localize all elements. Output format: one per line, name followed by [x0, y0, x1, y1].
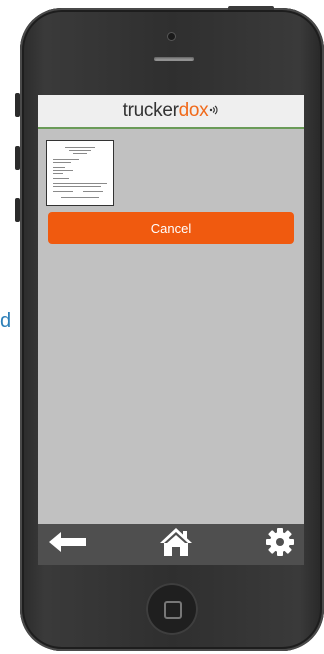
- back-button[interactable]: [42, 524, 94, 565]
- app-header: trucker dox: [38, 95, 304, 129]
- hardware-home-button[interactable]: [146, 583, 198, 635]
- logo-text-dox: dox: [178, 100, 209, 121]
- home-square-icon: [164, 601, 182, 619]
- bottom-nav-bar: [38, 524, 304, 565]
- front-camera: [168, 33, 175, 40]
- stage: d trucker dox Cancel: [0, 0, 324, 654]
- screen: trucker dox Cancel: [38, 95, 304, 565]
- settings-button[interactable]: [258, 524, 302, 565]
- signal-waves-icon: [209, 105, 219, 118]
- volume-down-button: [15, 198, 20, 222]
- back-arrow-icon: [48, 531, 88, 558]
- volume-up-button: [15, 146, 20, 170]
- home-button[interactable]: [150, 524, 202, 565]
- home-icon: [158, 526, 194, 563]
- earpiece-speaker: [154, 57, 194, 61]
- truckerdox-logo: trucker dox: [123, 100, 220, 122]
- gear-icon: [265, 527, 295, 562]
- cancel-button[interactable]: Cancel: [48, 212, 294, 244]
- mute-switch: [15, 93, 20, 117]
- power-button: [228, 6, 274, 10]
- logo-text-trucker: trucker: [122, 100, 179, 121]
- background-partial-text: d: [0, 310, 12, 332]
- document-thumbnail[interactable]: [46, 140, 114, 206]
